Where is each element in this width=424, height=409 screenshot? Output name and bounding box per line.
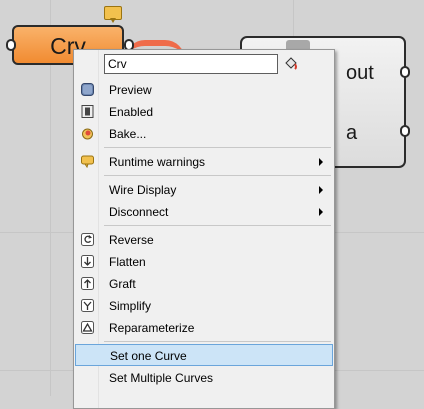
out-output-grip[interactable] [400,66,410,78]
menu-item-reverse[interactable]: Reverse [75,229,333,251]
name-field[interactable] [104,54,278,74]
simplify-icon [81,299,94,312]
menu-separator [104,175,331,176]
output-label-a: a [346,122,358,144]
a-output-grip[interactable] [400,125,410,137]
enabled-icon [81,105,94,118]
paint-bucket-icon[interactable] [284,57,298,71]
menu-item-set-one-curve[interactable]: Set one Curve [75,344,333,366]
graft-icon [81,277,94,290]
menu-item-label: Wire Display [109,183,177,197]
submenu-arrow-icon [319,208,323,216]
menu-item-set-multiple-curves[interactable]: Set Multiple Curves [75,367,333,389]
menu-item-graft[interactable]: Graft [75,273,333,295]
preview-icon [81,83,94,96]
menu-item-simplify[interactable]: Simplify [75,295,333,317]
menu-separator [104,225,331,226]
reparameterize-icon [81,321,94,334]
menu-item-label: Graft [109,277,136,291]
menu-item-flatten[interactable]: Flatten [75,251,333,273]
menu-item-label: Flatten [109,255,146,269]
menu-item-label: Simplify [109,299,152,313]
menu-separator [104,147,331,148]
flatten-icon [81,255,94,268]
menu-item-preview[interactable]: Preview [75,79,333,101]
menu-item-label: Reparameterize [109,321,195,335]
menu-item-label: Enabled [109,105,154,119]
menu-item-label: Disconnect [109,205,169,219]
menu-separator [104,341,331,342]
menu-item-runtime-warnings[interactable]: Runtime warnings [75,151,333,173]
menu-item-label: Preview [109,83,152,97]
menu-item-bake[interactable]: Bake... [75,123,333,145]
menu-item-label: Bake... [109,127,147,141]
menu-item-disconnect[interactable]: Disconnect [75,201,333,223]
submenu-arrow-icon [319,158,323,166]
submenu-arrow-icon [319,186,323,194]
warning-balloon-icon [81,155,94,168]
context-menu: Preview Enabled Bake... Runtime warnings… [73,49,335,409]
menu-item-enabled[interactable]: Enabled [75,101,333,123]
crv-input-grip[interactable] [6,39,16,51]
menu-item-label: Reverse [109,233,154,247]
reverse-icon [81,233,94,246]
menu-item-label: Set Multiple Curves [109,371,214,385]
output-label-out: out [346,62,374,84]
menu-item-reparameterize[interactable]: Reparameterize [75,317,333,339]
menu-item-label: Set one Curve [110,349,187,363]
bake-icon [82,128,93,140]
menu-item-wire-display[interactable]: Wire Display [75,179,333,201]
warning-balloon-icon[interactable] [104,6,122,23]
menu-item-label: Runtime warnings [109,155,206,169]
